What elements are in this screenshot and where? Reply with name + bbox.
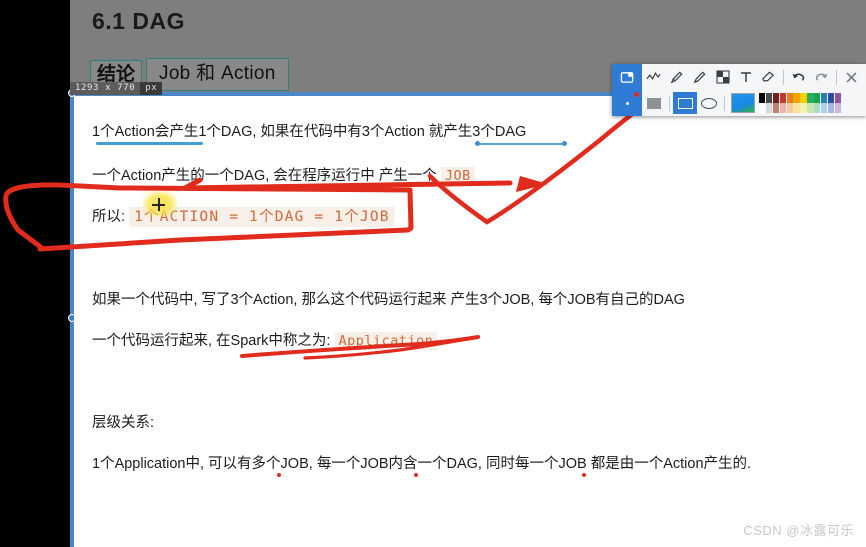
doc-line-2: 一个Action产生的一个DAG, 会在程序运行中 产生一个 JOB — [92, 164, 475, 185]
palette-swatch — [779, 92, 786, 103]
doc-line-5-code: Application — [334, 332, 438, 350]
pencil-icon[interactable] — [665, 65, 688, 89]
watermark: CSDN @冰露可乐 — [743, 523, 854, 538]
doc-line-5: 一个代码运行起来, 在Spark中称之为: Application — [92, 329, 438, 350]
toolbar-divider-4 — [724, 95, 725, 111]
rect-outline-icon[interactable] — [673, 92, 697, 114]
current-color-swatch[interactable] — [731, 93, 755, 113]
palette-swatch — [827, 103, 835, 114]
red-dot-2 — [414, 473, 418, 477]
toolbar-divider-3 — [669, 95, 670, 111]
toolbar-divider-2 — [836, 69, 837, 85]
document-canvas: 1个Action会产生1个DAG, 如果在代码中有3个Action 就产生3个D… — [74, 96, 866, 547]
home-icon[interactable] — [612, 64, 642, 90]
ellipse-icon[interactable] — [697, 92, 721, 114]
palette-swatch — [807, 103, 814, 114]
palette-swatch — [827, 92, 835, 103]
doc-line-2-code: JOB — [440, 167, 475, 185]
palette-swatch — [834, 92, 842, 103]
blue-underline-2 — [478, 143, 564, 145]
undo-icon[interactable] — [787, 65, 810, 89]
annotation-toolbar[interactable] — [612, 64, 866, 116]
page-title: 6.1 DAG — [92, 8, 185, 34]
palette-swatch — [779, 103, 786, 114]
palette-swatch — [786, 92, 793, 103]
mosaic-icon[interactable] — [711, 65, 734, 89]
doc-line-3-code: 1个ACTION = 1个DAG = 1个JOB — [129, 207, 395, 227]
blue-underline-1 — [96, 142, 203, 145]
palette-swatch — [821, 92, 828, 103]
doc-line-6: 层级关系: — [92, 415, 155, 431]
palette-swatch — [759, 92, 766, 103]
palette-swatch — [821, 103, 828, 114]
close-icon[interactable] — [840, 65, 863, 89]
blue-underline-2-handle-left[interactable] — [475, 141, 480, 146]
doc-line-5-text: 一个代码运行起来, 在Spark中称之为: — [92, 333, 331, 349]
palette-swatch — [772, 92, 780, 103]
text-icon[interactable] — [734, 65, 757, 89]
doc-line-2-text: 一个Action产生的一个DAG, 会在程序运行中 产生一个 — [92, 168, 437, 184]
palette-swatch — [814, 92, 821, 103]
palette-swatch — [834, 103, 842, 114]
palette-swatch — [800, 103, 807, 114]
doc-line-3: 所以: 1个ACTION = 1个DAG = 1个JOB — [92, 205, 395, 227]
palette-swatch — [814, 103, 821, 114]
highlighter-icon[interactable] — [688, 65, 711, 89]
selection-size-badge: 1293 x 770 px — [70, 82, 163, 95]
doc-line-7: 1个Application中, 可以有多个JOB, 每一个JOB内含一个DAG,… — [92, 456, 752, 472]
crosshair-cursor — [152, 198, 165, 211]
eraser-icon[interactable] — [757, 65, 780, 89]
selection-unit: px — [140, 82, 163, 95]
toolbar-row-tools — [612, 64, 866, 90]
red-dot-1 — [277, 473, 281, 477]
palette-swatch — [759, 103, 766, 114]
doc-line-4: 如果一个代码中, 写了3个Action, 那么这个代码运行起来 产生3个JOB,… — [92, 292, 685, 308]
redo-icon[interactable] — [810, 65, 833, 89]
selection-tool-icon[interactable] — [612, 90, 642, 116]
toolbar-divider-1 — [783, 69, 784, 85]
filled-rect-icon[interactable] — [642, 92, 666, 114]
tab-job-and-action[interactable]: Job 和 Action — [146, 58, 289, 91]
red-dot-3 — [582, 473, 586, 477]
palette-swatch — [765, 92, 773, 103]
blue-underline-2-handle-right[interactable] — [562, 141, 567, 146]
palette-swatch — [807, 92, 814, 103]
color-palette[interactable] — [759, 92, 842, 114]
doc-line-1: 1个Action会产生1个DAG, 如果在代码中有3个Action 就产生3个D… — [92, 124, 527, 140]
toolbar-row-shapes — [612, 90, 866, 116]
doc-line-3-prefix: 所以: — [92, 209, 126, 225]
palette-swatch — [800, 92, 807, 103]
palette-swatch — [765, 103, 773, 114]
screenshot-root: 6.1 DAG 结论 Job 和 Action 1293 x 770 px 1个… — [0, 0, 866, 547]
palette-swatch — [793, 92, 800, 103]
palette-swatch — [786, 103, 793, 114]
selection-dimensions: 1293 x 770 — [70, 82, 141, 95]
palette-swatch — [772, 103, 780, 114]
scribble-icon[interactable] — [642, 65, 665, 89]
palette-swatch — [793, 103, 800, 114]
